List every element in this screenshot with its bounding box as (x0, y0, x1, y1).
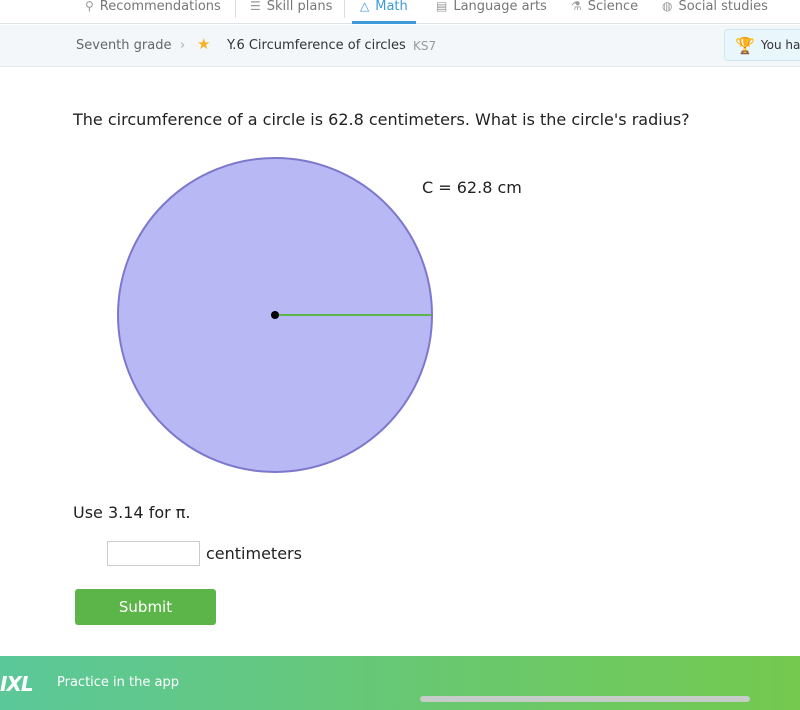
nav-label: Social studies (678, 0, 768, 14)
recommendations-icon: ⚲ (85, 0, 94, 13)
award-text: You ha (760, 38, 800, 52)
nav-recommendations[interactable]: ⚲ Recommendations (85, 0, 221, 18)
unit-label: centimeters (206, 544, 302, 563)
checklist-icon: ☰ (250, 0, 261, 13)
nav-label: Math (375, 0, 408, 14)
pyramid-icon: △ (360, 0, 370, 13)
submit-button[interactable]: Submit (75, 589, 216, 625)
award-banner[interactable]: 🏆 You ha (724, 29, 800, 61)
center-point (271, 311, 279, 319)
book-icon: ▤ (436, 0, 448, 13)
trophy-icon: 🏆 (735, 35, 755, 55)
nav-label: Recommendations (99, 0, 221, 14)
question-text: The circumference of a circle is 62.8 ce… (73, 110, 690, 129)
answer-input[interactable] (107, 541, 200, 566)
nav-label: Skill plans (266, 0, 333, 14)
globe-icon: ◍ (662, 0, 673, 13)
divider (344, 0, 345, 18)
nav-skill-plans[interactable]: ☰ Skill plans (250, 0, 332, 18)
practice-link[interactable]: Practice in the app (57, 675, 179, 690)
chevron-right-icon: › (180, 38, 186, 53)
star-icon[interactable]: ★ (197, 35, 210, 53)
horizontal-scrollbar[interactable] (420, 696, 750, 702)
skill-code: KS7 (413, 39, 437, 53)
breadcrumb: Seventh grade › ★ Y.6 Circumference of c… (0, 25, 800, 67)
circumference-label: C = 62.8 cm (422, 178, 522, 197)
nav-social-studies[interactable]: ◍ Social studies (662, 0, 768, 18)
skill-title: Y.6 Circumference of circles (227, 38, 406, 53)
pi-hint: Use 3.14 for π. (73, 503, 191, 522)
ixl-logo: IXL (0, 672, 34, 696)
nav-language-arts[interactable]: ▤ Language arts (436, 0, 547, 18)
nav-label: Science (587, 0, 639, 14)
circle-figure (117, 157, 433, 473)
nav-math[interactable]: △ Math (352, 0, 416, 24)
app-banner[interactable]: IXL Practice in the app (0, 656, 800, 710)
nav-science[interactable]: ⚗ Science (571, 0, 638, 18)
breadcrumb-grade[interactable]: Seventh grade (76, 38, 171, 53)
top-nav: ⚲ Recommendations ☰ Skill plans △ Math ▤ Lan… (0, 0, 800, 24)
nav-label: Language arts (453, 0, 547, 14)
flask-icon: ⚗ (571, 0, 582, 13)
divider (235, 0, 236, 18)
